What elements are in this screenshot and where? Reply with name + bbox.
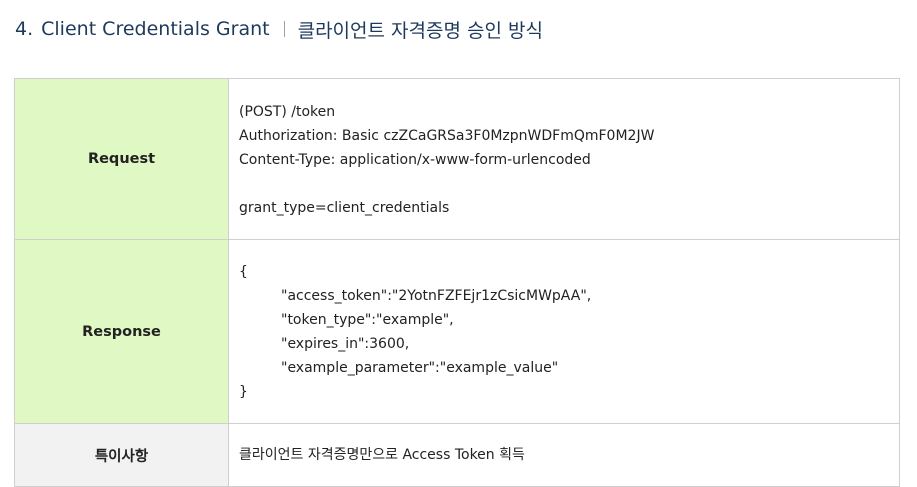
request-label: Request bbox=[14, 78, 229, 240]
response-label: Response bbox=[14, 239, 229, 424]
table-row-request: Request (POST) /token Authorization: Bas… bbox=[14, 78, 900, 240]
response-field-example-parameter: "example_parameter":"example_value" bbox=[281, 360, 559, 376]
request-content: (POST) /token Authorization: Basic czZCa… bbox=[228, 78, 900, 240]
request-line-blank bbox=[239, 172, 889, 196]
note-label: 특이사항 bbox=[14, 423, 229, 487]
response-close-brace: } bbox=[239, 384, 248, 400]
response-content: { "access_token":"2YotnFZFEjr1zCsicMWpAA… bbox=[228, 239, 900, 424]
note-text: 클라이언트 자격증명만으로 Access Token 획득 bbox=[239, 447, 525, 463]
request-line-authorization: Authorization: Basic czZCaGRSa3F0MzpnWDF… bbox=[239, 127, 655, 144]
section-title-en: Client Credentials Grant bbox=[41, 18, 270, 40]
response-field-access-token: "access_token":"2YotnFZFEjr1zCsicMWpAA", bbox=[281, 288, 592, 304]
table-row-note: 특이사항 클라이언트 자격증명만으로 Access Token 획득 bbox=[14, 423, 900, 487]
request-line-content-type: Content-Type: application/x-www-form-url… bbox=[239, 151, 591, 168]
response-field-expires-in: "expires_in":3600, bbox=[281, 336, 410, 352]
section-title-ko: 클라이언트 자격증명 승인 방식 bbox=[297, 19, 543, 42]
section-number: 4. bbox=[15, 18, 34, 40]
response-open-brace: { bbox=[239, 264, 248, 280]
grant-spec-table: Request (POST) /token Authorization: Bas… bbox=[14, 78, 900, 487]
request-line-body: grant_type=client_credentials bbox=[239, 199, 450, 216]
title-separator bbox=[283, 21, 285, 37]
note-content: 클라이언트 자격증명만으로 Access Token 획득 bbox=[228, 423, 900, 487]
table-row-response: Response { "access_token":"2YotnFZFEjr1z… bbox=[14, 239, 900, 424]
response-field-token-type: "token_type":"example", bbox=[281, 312, 454, 328]
request-line-method: (POST) /token bbox=[239, 103, 336, 120]
section-heading: 4. Client Credentials Grant 클라이언트 자격증명 승… bbox=[15, 15, 543, 43]
